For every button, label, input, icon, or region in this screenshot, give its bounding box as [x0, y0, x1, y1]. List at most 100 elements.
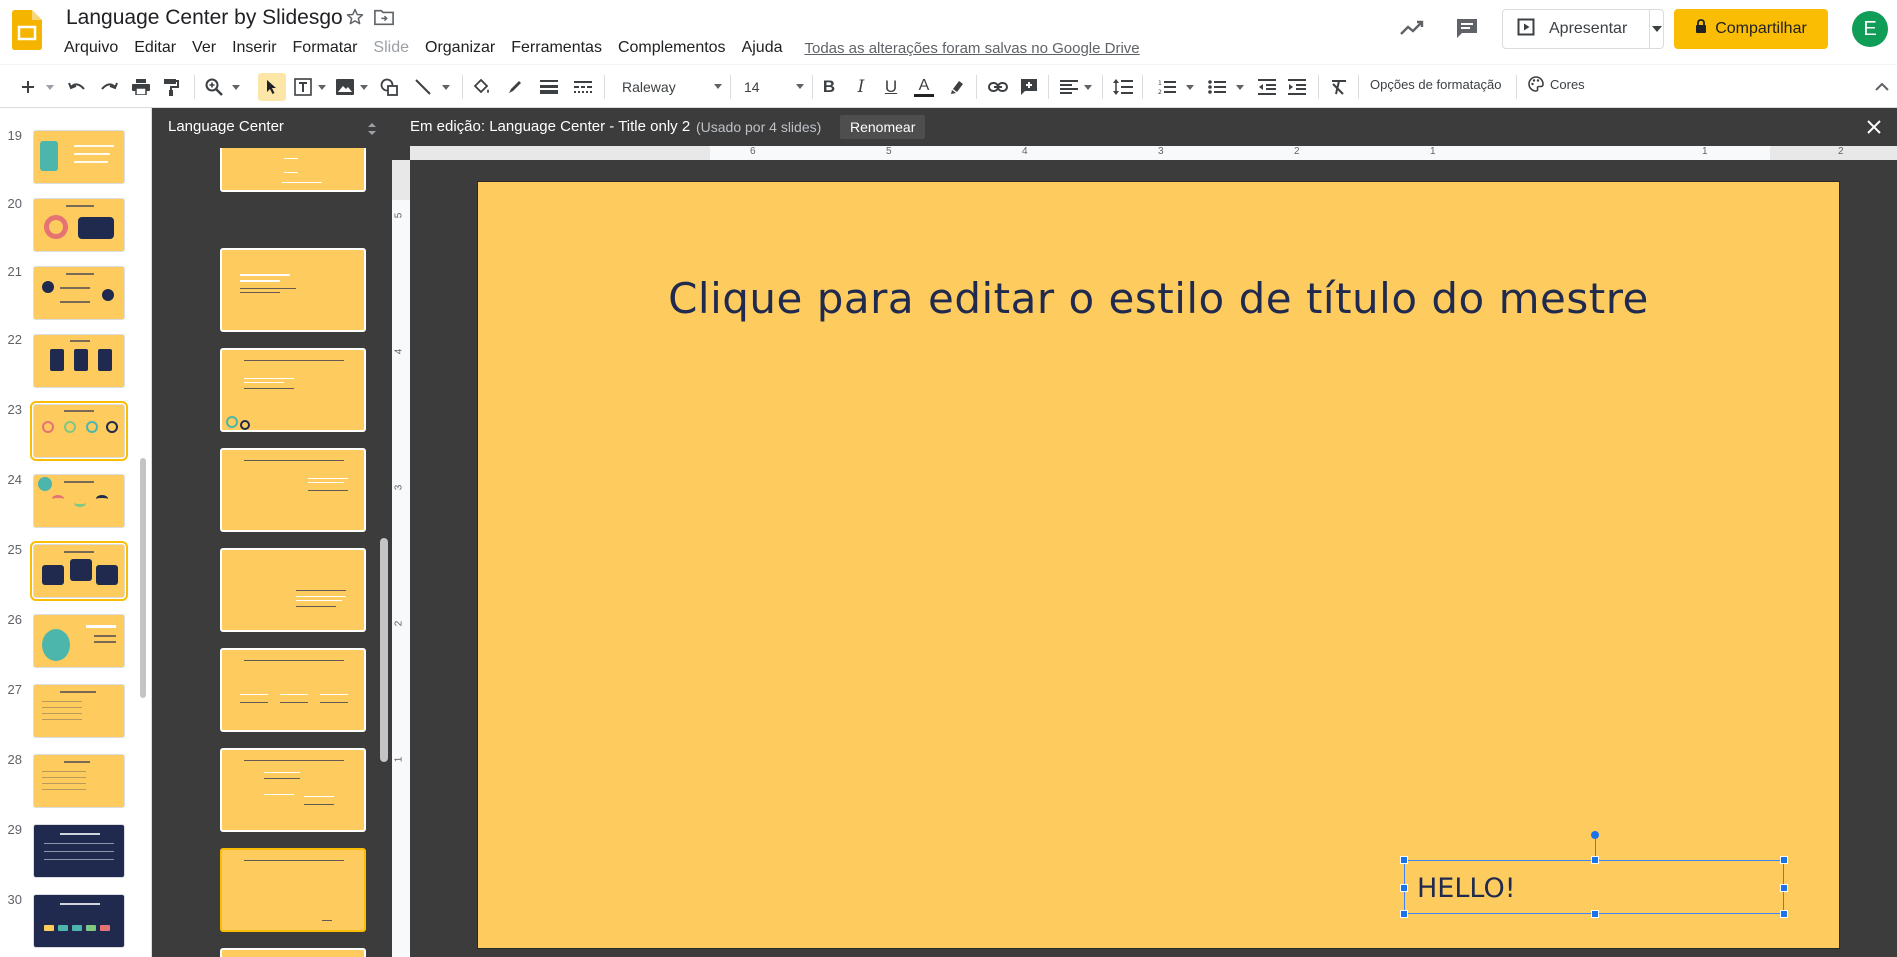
image-chevron-icon[interactable] [358, 76, 370, 98]
numbered-list-chevron-icon[interactable] [1184, 76, 1196, 98]
filmstrip-slide[interactable]: 27 [0, 682, 150, 744]
activity-trend-icon[interactable] [1398, 16, 1426, 40]
font-size-select[interactable]: 14 [744, 76, 804, 98]
user-avatar[interactable]: E [1852, 11, 1888, 47]
layout-thumbnail[interactable] [220, 348, 366, 432]
bulleted-list-chevron-icon[interactable] [1234, 76, 1246, 98]
filmstrip-slide[interactable]: 26 [0, 612, 150, 674]
layout-thumbnail[interactable] [220, 448, 366, 532]
zoom-chevron-icon[interactable] [230, 76, 242, 98]
present-button[interactable]: Apresentar [1502, 9, 1664, 49]
slide-thumbnail[interactable] [33, 198, 125, 252]
resize-handle-e[interactable] [1780, 884, 1788, 892]
layout-thumbnail[interactable] [220, 548, 366, 632]
layouts-scrollbar[interactable] [380, 538, 388, 762]
highlight-color-icon[interactable] [946, 76, 968, 98]
shape-icon[interactable] [378, 76, 400, 98]
slide-thumbnail[interactable] [30, 401, 128, 461]
add-comment-icon[interactable] [1018, 76, 1040, 98]
new-slide-plus-icon[interactable] [18, 76, 38, 98]
slide-thumbnail[interactable] [33, 684, 125, 738]
resize-handle-n[interactable] [1591, 856, 1599, 864]
border-dash-icon[interactable] [572, 76, 594, 98]
menu-arquivo[interactable]: Arquivo [56, 39, 126, 57]
insert-link-icon[interactable] [986, 76, 1010, 98]
rename-button[interactable]: Renomear [840, 115, 926, 139]
slide-thumbnail[interactable] [33, 266, 125, 320]
filmstrip-scrollbar[interactable] [140, 458, 146, 698]
bulleted-list-icon[interactable] [1206, 76, 1228, 98]
slide-thumbnail[interactable] [33, 894, 125, 948]
horizontal-ruler[interactable]: 6 5 4 3 2 1 1 2 3 [410, 146, 1897, 160]
format-options-button[interactable]: Opções de formatação [1370, 77, 1502, 92]
filmstrip-slide[interactable]: 30 [0, 892, 150, 954]
slide-canvas[interactable]: Clique para editar o estilo de título do… [478, 182, 1839, 948]
align-left-icon[interactable] [1058, 76, 1080, 98]
slide-thumbnail[interactable] [30, 541, 128, 601]
menu-inserir[interactable]: Inserir [224, 39, 284, 57]
decrease-indent-icon[interactable] [1256, 76, 1278, 98]
insert-image-icon[interactable] [334, 76, 356, 98]
line-spacing-icon[interactable] [1112, 76, 1134, 98]
vertical-ruler[interactable]: 5 4 3 2 1 [392, 160, 410, 957]
bold-icon[interactable]: B [818, 76, 840, 98]
underline-icon[interactable]: U [880, 76, 902, 98]
layout-thumbnail[interactable] [220, 948, 366, 957]
filmstrip-slide[interactable]: 28 [0, 752, 150, 814]
slide-thumbnail[interactable] [33, 334, 125, 388]
rotate-handle[interactable] [1591, 831, 1599, 839]
layout-thumbnail-selected[interactable] [220, 848, 366, 932]
save-status-link[interactable]: Todas as alterações foram salvas no Goog… [804, 40, 1139, 57]
redo-icon[interactable] [98, 76, 120, 98]
filmstrip-slide[interactable]: 23 [0, 401, 150, 464]
star-icon[interactable] [345, 7, 365, 27]
present-main-button[interactable]: Apresentar [1503, 10, 1651, 48]
filmstrip-slide[interactable]: 25 [0, 541, 150, 604]
numbered-list-icon[interactable]: 12 [1156, 76, 1178, 98]
paint-format-icon[interactable] [160, 76, 182, 98]
text-box-chevron-icon[interactable] [316, 76, 328, 98]
slide-thumbnail[interactable] [33, 614, 125, 668]
slides-logo-icon[interactable] [12, 10, 42, 50]
select-cursor-icon[interactable] [258, 73, 286, 101]
layout-thumbnail[interactable] [220, 248, 366, 332]
italic-icon[interactable]: I [850, 76, 872, 98]
filmstrip-slide[interactable]: 24 [0, 472, 150, 534]
line-chevron-icon[interactable] [440, 76, 452, 98]
clear-formatting-icon[interactable] [1328, 76, 1350, 98]
undo-icon[interactable] [66, 76, 88, 98]
print-icon[interactable] [130, 76, 152, 98]
new-slide-chevron-icon[interactable] [44, 76, 56, 98]
zoom-icon[interactable] [203, 76, 225, 98]
present-dropdown-chevron-icon[interactable] [1650, 26, 1663, 32]
text-box-content[interactable]: HELLO! [1417, 873, 1516, 904]
slide-thumbnail[interactable] [33, 474, 125, 528]
menu-editar[interactable]: Editar [126, 39, 184, 57]
move-folder-icon[interactable] [373, 7, 395, 27]
resize-handle-sw[interactable] [1400, 910, 1408, 918]
filmstrip-slide[interactable]: 22 [0, 332, 150, 394]
menu-complementos[interactable]: Complementos [610, 39, 734, 57]
layout-thumbnail[interactable] [220, 648, 366, 732]
collapse-toolbar-chevron-icon[interactable] [1874, 76, 1890, 98]
comments-icon[interactable] [1454, 16, 1480, 40]
slide-thumbnail[interactable] [33, 824, 125, 878]
border-weight-icon[interactable] [538, 76, 560, 98]
colors-button[interactable]: Cores [1528, 76, 1585, 92]
menu-formatar[interactable]: Formatar [285, 39, 366, 57]
slide-thumbnail[interactable] [33, 754, 125, 808]
close-icon[interactable] [1867, 120, 1881, 134]
filmstrip-slide[interactable]: 21 [0, 264, 150, 326]
selected-text-box[interactable]: HELLO! [1400, 831, 1788, 918]
menu-organizar[interactable]: Organizar [417, 39, 503, 57]
menu-ferramentas[interactable]: Ferramentas [503, 39, 610, 57]
increase-indent-icon[interactable] [1286, 76, 1308, 98]
resize-handle-nw[interactable] [1400, 856, 1408, 864]
resize-handle-s[interactable] [1591, 910, 1599, 918]
share-button[interactable]: Compartilhar [1674, 9, 1828, 49]
line-icon[interactable] [412, 76, 434, 98]
filmstrip-slide[interactable]: 19 [0, 128, 150, 190]
slide-thumbnail[interactable] [33, 130, 125, 184]
resize-handle-ne[interactable] [1780, 856, 1788, 864]
resize-handle-w[interactable] [1400, 884, 1408, 892]
